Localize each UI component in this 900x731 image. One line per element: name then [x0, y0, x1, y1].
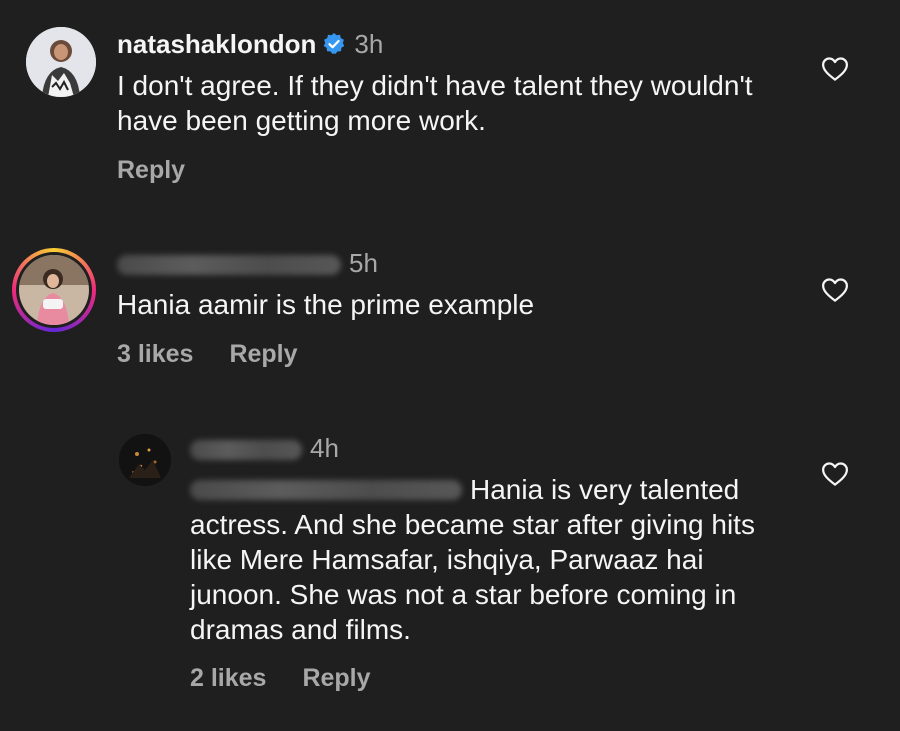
username[interactable]: [117, 248, 341, 279]
heart-icon[interactable]: [820, 275, 850, 305]
timestamp: 4h: [310, 432, 339, 463]
reply-button[interactable]: Reply: [117, 156, 185, 185]
comment-actions: 2 likes Reply: [190, 664, 407, 693]
comment-text: Hania aamir is the prime example: [117, 289, 535, 320]
comment-actions: Reply: [117, 156, 221, 185]
blurred-username: [190, 439, 302, 460]
likes-count[interactable]: 2 likes: [190, 664, 266, 693]
comment-meta: natashaklondon 3h: [117, 28, 383, 60]
avatar[interactable]: [119, 434, 171, 486]
blurred-mention[interactable]: [190, 479, 462, 500]
heart-icon[interactable]: [820, 459, 850, 489]
timestamp: 5h: [349, 247, 378, 278]
comments-thread: natashaklondon 3h I don't agree. If they…: [0, 0, 900, 731]
comment-actions: 3 likes Reply: [117, 340, 334, 369]
comment-meta: 5h: [117, 247, 378, 279]
username[interactable]: natashaklondon: [117, 29, 316, 60]
blurred-username: [117, 254, 341, 275]
comment-text: Hania is very talented actress. And she …: [190, 472, 780, 647]
comment-meta: 4h: [190, 432, 339, 464]
avatar[interactable]: [12, 248, 96, 332]
heart-icon[interactable]: [820, 54, 850, 84]
comment-text: I don't agree. If they didn't have talen…: [117, 70, 753, 136]
reply-button[interactable]: Reply: [229, 340, 297, 369]
verified-badge-icon: [322, 32, 346, 56]
comment-body: Hania is very talented actress. And she …: [190, 474, 755, 645]
avatar[interactable]: [26, 27, 96, 97]
username[interactable]: [190, 433, 302, 464]
reply-button[interactable]: Reply: [302, 664, 370, 693]
timestamp: 3h: [354, 28, 384, 59]
likes-count[interactable]: 3 likes: [117, 340, 193, 369]
